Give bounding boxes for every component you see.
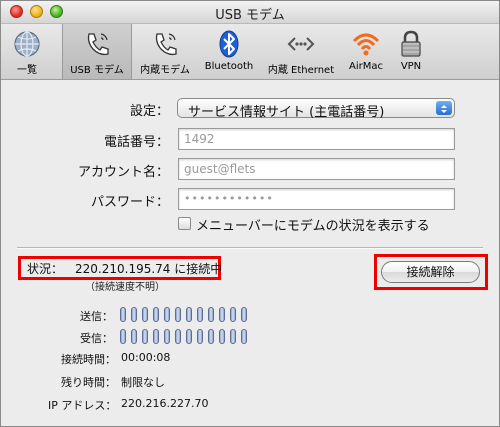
toolbar-label: VPN	[400, 61, 422, 72]
popup-arrows-icon	[436, 101, 452, 115]
toolbar: 一覧 USB モデム 内蔵モデム Bluetooth 内蔵 Ethernet A…	[1, 24, 499, 80]
toolbar-label: 一覧	[17, 65, 37, 76]
receive-led	[120, 329, 126, 344]
password-label: パスワード：	[90, 195, 169, 210]
show-status-checkbox[interactable]	[178, 217, 191, 230]
send-led	[197, 307, 203, 322]
receive-led	[241, 329, 247, 344]
toolbar-item-airmac[interactable]: AirMac	[341, 24, 391, 79]
globe-icon	[14, 31, 40, 57]
toolbar-label: 内蔵 Ethernet	[267, 65, 335, 76]
toolbar-label: Bluetooth	[204, 61, 254, 72]
toolbar-item-ethernet[interactable]: 内蔵 Ethernet	[263, 24, 339, 79]
toolbar-label: 内蔵モデム	[140, 65, 190, 76]
settings-popup[interactable]: サービス情報サイト (主電話番号)	[177, 98, 455, 120]
phone-icon	[155, 33, 177, 56]
send-label: 送信：	[80, 310, 113, 323]
phone-label: 電話番号：	[103, 135, 169, 150]
settings-label: 設定：	[129, 104, 169, 119]
toolbar-item-usb-modem[interactable]: USB モデム	[62, 24, 132, 79]
send-led	[219, 307, 225, 322]
receive-led	[131, 329, 137, 344]
receive-led	[142, 329, 148, 344]
send-led	[186, 307, 192, 322]
modem-window: USB モデム 一覧 USB モデム 内蔵モデム Bluetooth 内蔵 Et…	[0, 0, 500, 427]
receive-led	[175, 329, 181, 344]
connect-time-value: 00:00:08	[121, 351, 171, 364]
receive-led	[230, 329, 236, 344]
toolbar-item-overview[interactable]: 一覧	[3, 24, 51, 79]
connect-time-label: 接続時間：	[61, 353, 116, 366]
toolbar-item-bluetooth[interactable]: Bluetooth	[198, 24, 260, 79]
send-led	[120, 307, 126, 322]
account-label: アカウント名：	[77, 165, 169, 180]
phone-icon	[87, 33, 109, 56]
airmac-icon	[352, 33, 380, 56]
remaining-value: 制限なし	[121, 376, 165, 389]
separator	[17, 247, 483, 249]
receive-label: 受信：	[80, 332, 113, 345]
connection-speed: （接続速度不明）	[85, 282, 165, 293]
send-led	[208, 307, 214, 322]
remaining-label: 残り時間：	[61, 376, 116, 389]
receive-led	[153, 329, 159, 344]
toolbar-label: USB モデム	[70, 65, 124, 76]
send-led	[153, 307, 159, 322]
receive-led	[197, 329, 203, 344]
send-led	[131, 307, 137, 322]
send-led	[230, 307, 236, 322]
title-bar: USB モデム	[1, 1, 499, 24]
status-label: 状況：	[27, 262, 64, 276]
phone-field[interactable]: 1492	[178, 128, 455, 150]
receive-led	[219, 329, 225, 344]
toolbar-item-internal-modem[interactable]: 内蔵モデム	[132, 24, 198, 79]
bluetooth-icon	[219, 30, 239, 58]
receive-led	[208, 329, 214, 344]
status-value: 220.210.195.74 に接続中	[75, 262, 223, 276]
ethernet-icon	[287, 37, 315, 51]
toolbar-label: AirMac	[349, 61, 383, 72]
lock-icon	[401, 30, 421, 57]
send-meter	[120, 307, 252, 323]
receive-meter	[120, 329, 252, 345]
ip-label: IP アドレス：	[48, 399, 117, 412]
settings-value: サービス情報サイト (主電話番号)	[188, 105, 385, 120]
password-field[interactable]: ••••••••••••	[178, 188, 455, 210]
toolbar-item-vpn[interactable]: VPN	[393, 24, 429, 79]
ip-value: 220.216.227.70	[121, 397, 209, 410]
receive-led	[164, 329, 170, 344]
show-status-label[interactable]: メニューバーにモデムの状況を表示する	[196, 215, 430, 234]
disconnect-highlight: 接続解除	[374, 254, 488, 290]
account-field[interactable]: guest@flets	[178, 158, 455, 180]
send-led	[164, 307, 170, 322]
send-led	[142, 307, 148, 322]
receive-led	[186, 329, 192, 344]
disconnect-button[interactable]: 接続解除	[381, 261, 480, 283]
send-led	[241, 307, 247, 322]
status-highlight: 状況： 220.210.195.74 に接続中	[18, 256, 223, 280]
window-title: USB モデム	[215, 8, 285, 23]
send-led	[175, 307, 181, 322]
